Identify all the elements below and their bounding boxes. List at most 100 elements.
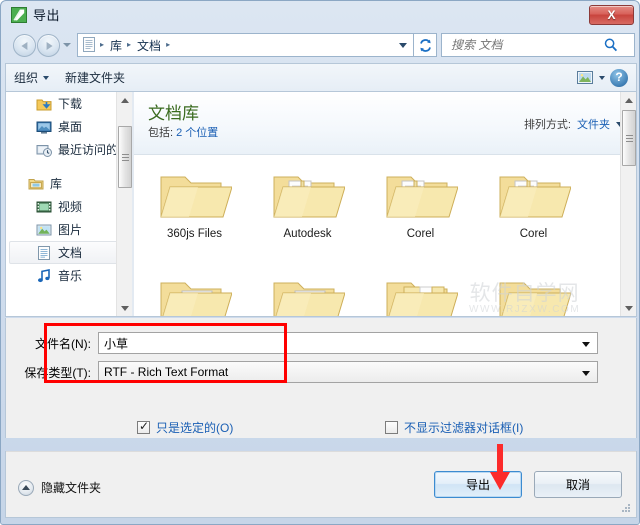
- folder-icon: [498, 176, 571, 218]
- breadcrumb-separator-icon-2: ▸: [127, 40, 132, 49]
- folder-icon: [273, 282, 345, 316]
- sidebar-scrollbar[interactable]: [116, 92, 132, 316]
- no-filter-dialog-label: 不显示过滤器对话框(I): [404, 421, 524, 435]
- folder-item[interactable]: Corel: [477, 161, 590, 267]
- checkbox-checked-icon[interactable]: [137, 419, 150, 434]
- address-chevron-down-icon[interactable]: [393, 34, 413, 56]
- cancel-button[interactable]: 取消: [534, 471, 622, 498]
- file-scroll-thumb[interactable]: [622, 110, 636, 166]
- selected-only-label: 只是选定的(O): [156, 421, 234, 435]
- organize-button[interactable]: 组织: [6, 66, 57, 89]
- search-icon: [604, 38, 618, 52]
- navigation-pane: 下载桌面最近访问的库视频图片文档音乐: [6, 92, 132, 316]
- sidebar-item-label: 下载: [58, 97, 83, 111]
- filetype-chevron-down-icon[interactable]: [582, 371, 590, 376]
- breadcrumb-documents[interactable]: 文档: [135, 37, 163, 54]
- sidebar-item-6[interactable]: 文档: [9, 241, 129, 264]
- folder-row-1: 360js Files Autodesk Corel Corel: [138, 161, 636, 267]
- selected-only-checkbox[interactable]: 只是选定的(O): [137, 419, 233, 436]
- library-header: 文档库 包括: 2 个位置 排列方式: 文件夹: [134, 92, 636, 154]
- filename-input[interactable]: 小草: [98, 332, 598, 354]
- filename-chevron-down-icon[interactable]: [582, 342, 590, 347]
- search-input[interactable]: [449, 37, 601, 53]
- folder-item[interactable]: Autodesk: [251, 161, 364, 267]
- file-scroll-down-button[interactable]: [621, 300, 636, 316]
- breadcrumb-separator-icon: ▸: [100, 40, 105, 49]
- view-mode-icon[interactable]: [577, 70, 594, 85]
- file-list-scrollbar[interactable]: [620, 92, 636, 316]
- pictures-icon: [36, 224, 52, 235]
- browse-area: 下载 桌面 最近访问的库视频 图片 文档 音乐 文档库 包括: 2 个位置 排列方式:: [5, 91, 637, 317]
- sidebar-item-1[interactable]: 桌面: [6, 115, 132, 138]
- help-button[interactable]: ?: [610, 68, 628, 87]
- forward-arrow-icon: [46, 41, 53, 50]
- file-list-pane: 文档库 包括: 2 个位置 排列方式: 文件夹 360js Files Autod…: [134, 92, 636, 316]
- resize-grip-icon[interactable]: [619, 501, 630, 512]
- sidebar-item-2[interactable]: 最近访问的: [6, 138, 132, 161]
- desktop-icon: [36, 121, 52, 134]
- grip-icon: [121, 152, 129, 163]
- recent-places-icon: [36, 144, 52, 157]
- folder-item[interactable]: [364, 267, 477, 316]
- library-subtitle: 包括: 2 个位置: [148, 124, 218, 140]
- sidebar-scroll-up-button[interactable]: [117, 92, 132, 108]
- file-scroll-up-button[interactable]: [621, 92, 636, 108]
- library-title: 文档库: [148, 104, 199, 123]
- folder-icon: [386, 282, 458, 316]
- sidebar-item-label: 视频: [58, 200, 83, 214]
- close-button[interactable]: X: [589, 5, 634, 25]
- folder-item[interactable]: [477, 267, 590, 316]
- sidebar-item-0[interactable]: 下载: [6, 92, 132, 115]
- folder-icon: [159, 176, 232, 218]
- folder-icon: [385, 176, 458, 218]
- breadcrumb-separator-icon-3: ▸: [166, 40, 171, 49]
- folder-item[interactable]: Corel: [364, 161, 477, 267]
- filetype-label: 保存类型(T):: [24, 365, 91, 380]
- filename-row: 文件名(N): 小草: [6, 332, 598, 354]
- dialog-footer: 隐藏文件夹 导出 取消: [5, 451, 637, 518]
- library-locations-link[interactable]: 2 个位置: [176, 127, 218, 139]
- music-icon: [38, 268, 50, 282]
- filename-label: 文件名(N):: [35, 336, 91, 351]
- breadcrumb-library[interactable]: 库: [108, 37, 124, 54]
- history-chevron-down-icon[interactable]: [63, 43, 71, 47]
- address-bar[interactable]: ▸ 库 ▸ 文档 ▸: [77, 33, 413, 57]
- sidebar-item-3[interactable]: 库: [6, 172, 132, 195]
- folder-item[interactable]: 360js Files: [138, 161, 251, 267]
- refresh-button[interactable]: [413, 33, 437, 57]
- sidebar-scroll-down-button[interactable]: [117, 300, 132, 316]
- search-box[interactable]: [441, 33, 635, 57]
- sidebar-item-5[interactable]: 图片: [6, 218, 132, 241]
- filetype-value: RTF - Rich Text Format: [104, 365, 229, 379]
- arrange-by-value[interactable]: 文件夹: [577, 116, 610, 132]
- libraries-icon: [28, 178, 44, 189]
- checkbox-unchecked-icon[interactable]: [385, 421, 398, 434]
- hide-folders-button[interactable]: 隐藏文件夹: [18, 479, 101, 496]
- document-library-icon: [83, 37, 95, 52]
- export-dialog-window: 导出 X ▸ 库 ▸ 文档 ▸ 搜索 文档 组织 新建文件夹 ? 下载 桌面 最…: [0, 0, 640, 525]
- sidebar-item-4[interactable]: 视频: [6, 195, 132, 218]
- new-folder-button[interactable]: 新建文件夹: [57, 66, 133, 89]
- export-button[interactable]: 导出: [434, 471, 522, 498]
- options-row: 只是选定的(O) 不显示过滤器对话框(I): [5, 419, 637, 445]
- sidebar-item-7[interactable]: 音乐: [6, 264, 132, 287]
- sidebar-item-label: 文档: [58, 246, 83, 260]
- folder-item[interactable]: [251, 267, 364, 316]
- folder-grid: 360js Files Autodesk Corel Corel: [134, 155, 636, 316]
- forward-button[interactable]: [37, 34, 60, 57]
- view-chevron-down-icon[interactable]: [599, 75, 605, 80]
- no-filter-dialog-checkbox[interactable]: 不显示过滤器对话框(I): [385, 419, 523, 436]
- sidebar-scroll-thumb[interactable]: [118, 126, 132, 188]
- command-toolbar: 组织 新建文件夹 ?: [5, 63, 637, 91]
- sidebar-item-label: 桌面: [58, 120, 83, 134]
- folder-item[interactable]: [138, 267, 251, 316]
- arrange-by-label: 排列方式:: [523, 119, 571, 131]
- documents-icon: [38, 245, 50, 260]
- downloads-icon: [36, 99, 52, 110]
- filetype-select[interactable]: RTF - Rich Text Format: [98, 361, 598, 383]
- app-icon: [11, 7, 27, 23]
- chevron-down-icon: [43, 75, 50, 80]
- toolbar-right-group: ?: [577, 68, 636, 87]
- library-subtitle-prefix: 包括:: [148, 127, 174, 139]
- back-button[interactable]: [13, 34, 36, 57]
